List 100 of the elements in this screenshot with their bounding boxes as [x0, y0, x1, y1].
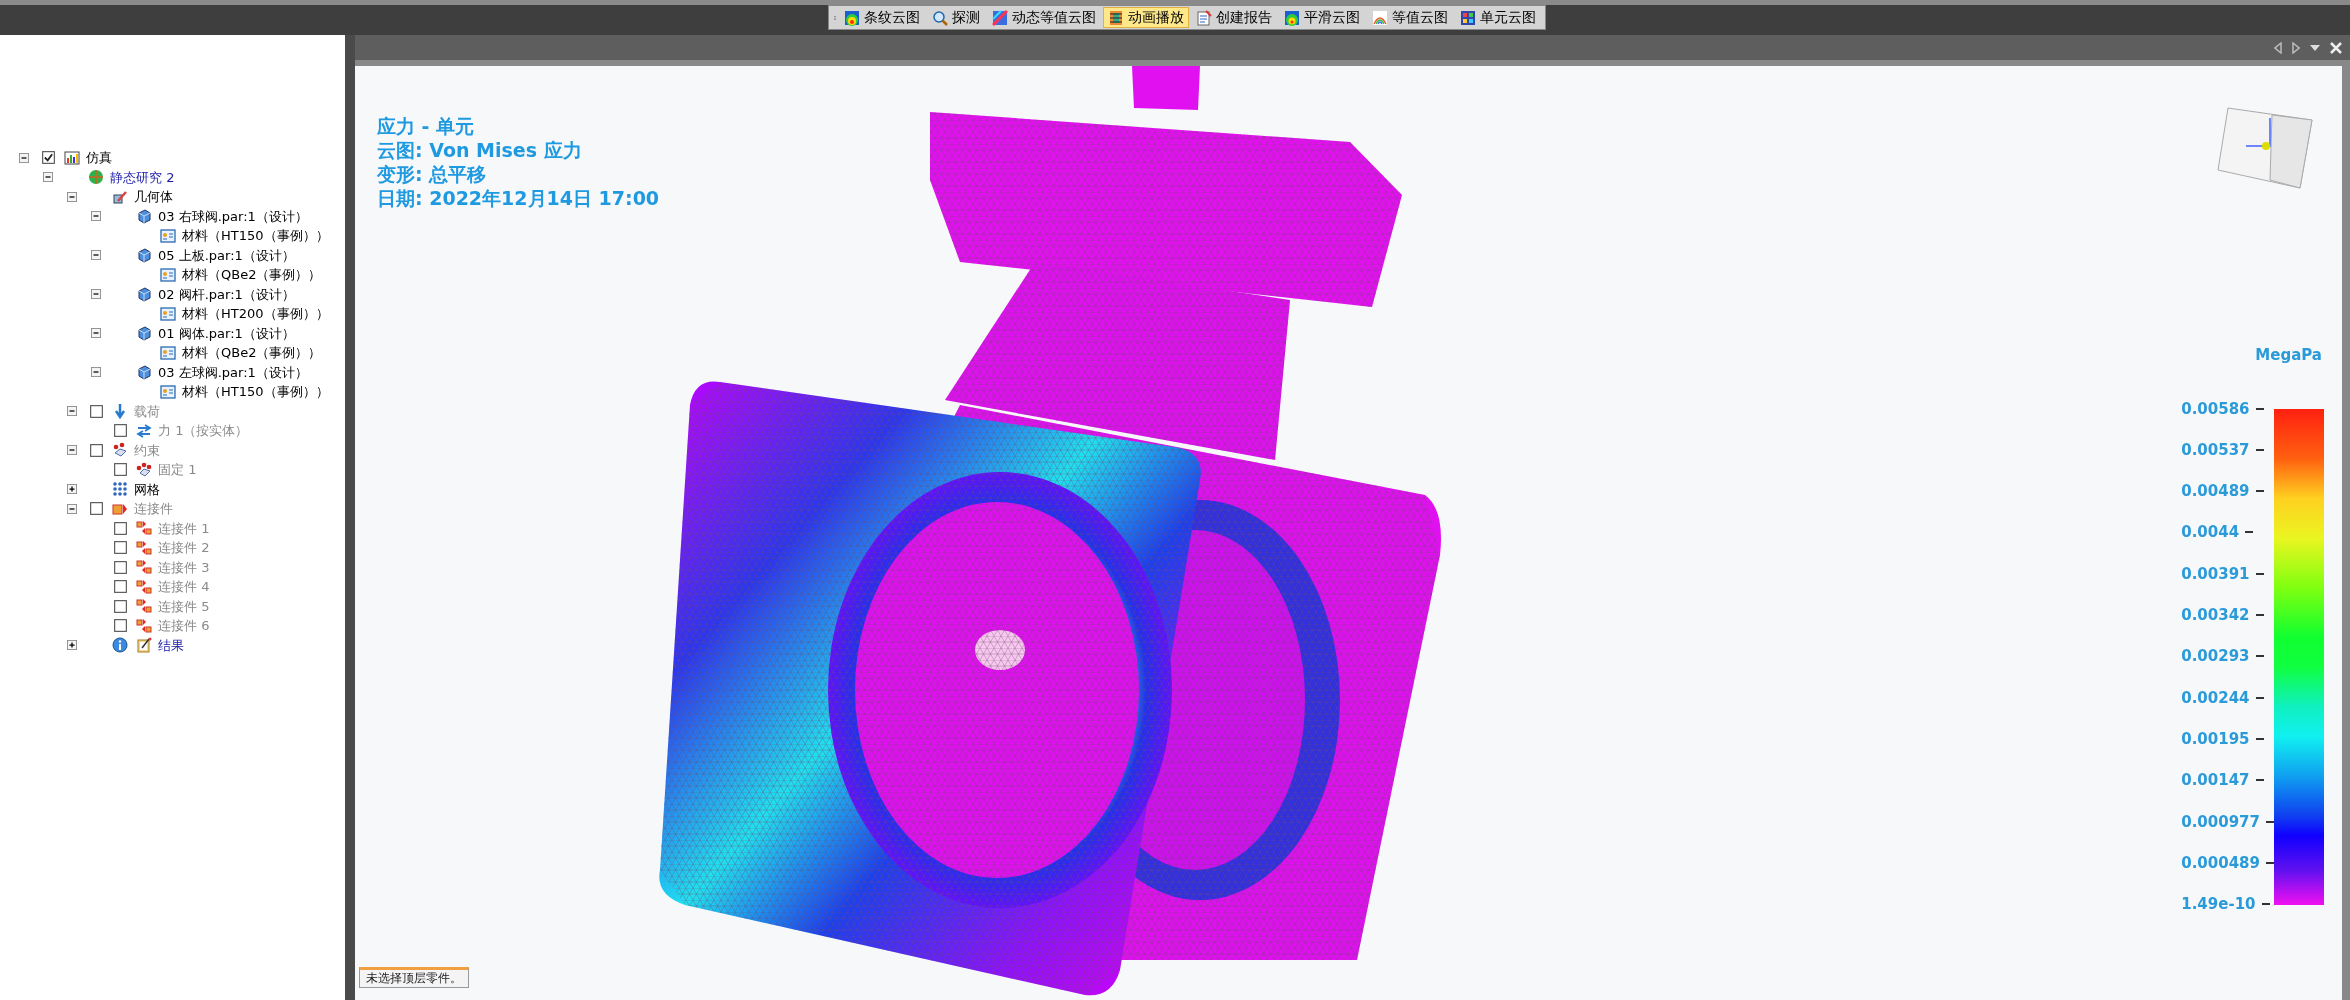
result-annotation: 云图: Von Mises 应力 — [377, 138, 583, 162]
toolbar-button[interactable]: 条纹云图 — [839, 7, 925, 28]
tick-mark — [2255, 448, 2264, 451]
legend-value: 0.000489 — [2181, 857, 2260, 870]
tree-item[interactable]: 材料（HT150（事例）） — [182, 226, 329, 246]
legend-unit: MegaPa — [2255, 345, 2322, 366]
material-card-icon — [160, 344, 176, 361]
contour-lines-icon — [1372, 9, 1388, 26]
rainbow-icon — [844, 9, 860, 26]
block-icon — [136, 208, 152, 225]
tree-item[interactable]: 05 上板.par:1（设计） — [158, 245, 295, 265]
material-card-icon — [160, 227, 176, 244]
legend-value: 0.0044 — [2181, 526, 2240, 539]
connector-icon — [136, 520, 152, 537]
close-icon[interactable] — [2330, 41, 2342, 54]
force-arrows-icon — [136, 422, 152, 439]
tree-item[interactable]: 03 右球阀.par:1（设计） — [158, 206, 308, 226]
connector-icon — [136, 539, 152, 556]
toolbar-button[interactable]: 创建报告 — [1191, 7, 1277, 28]
magnifier-icon — [932, 9, 948, 26]
pin-constraint-icon — [136, 461, 152, 478]
collapse-icon[interactable] — [91, 367, 101, 378]
tree-item[interactable]: 结果 — [158, 635, 184, 655]
tree-item[interactable]: 静态研究 2 — [110, 167, 175, 187]
legend-value: 0.00586 — [2181, 402, 2250, 415]
tick-mark — [2255, 738, 2264, 741]
checkbox[interactable] — [41, 151, 55, 165]
tree-item[interactable]: 03 左球阀.par:1（设计） — [158, 362, 308, 382]
block-icon — [136, 364, 152, 381]
pin-constraint-icon — [112, 442, 128, 459]
block-icon — [136, 325, 152, 342]
tree-item[interactable]: 几何体 — [134, 187, 173, 207]
tree-item[interactable]: 02 阀杆.par:1（设计） — [158, 284, 295, 304]
block-icon — [136, 286, 152, 303]
collapse-icon[interactable] — [67, 191, 77, 202]
tree-item[interactable]: 材料（HT200（事例）） — [182, 304, 329, 324]
toolbar-button[interactable]: 动态等值云图 — [987, 7, 1101, 28]
tree-item[interactable]: 01 阀体.par:1（设计） — [158, 323, 295, 343]
document-icon — [1196, 9, 1212, 26]
scroll-right-icon[interactable] — [2292, 41, 2300, 54]
expand-icon[interactable] — [67, 484, 77, 495]
legend-value: 0.00293 — [2181, 650, 2250, 663]
legend-value: 0.00391 — [2181, 567, 2250, 580]
toolbar-button[interactable]: 动画播放 — [1103, 7, 1189, 28]
mesh-square-icon — [1460, 9, 1476, 26]
status-message: 未选择顶层零件。 — [359, 967, 469, 988]
material-card-icon — [160, 305, 176, 322]
legend-value: 0.00489 — [2181, 485, 2250, 498]
rainbow-icon — [1284, 9, 1300, 26]
tick-mark — [2266, 862, 2274, 865]
connector-icon — [136, 559, 152, 576]
tick-mark — [2245, 531, 2254, 534]
collapse-icon[interactable] — [43, 172, 53, 183]
tick-mark — [2255, 655, 2264, 658]
tick-mark — [2255, 696, 2264, 699]
dot-grid-icon — [112, 481, 128, 498]
film-icon — [1108, 9, 1124, 26]
tick-mark — [2255, 779, 2264, 782]
dropdown-icon[interactable] — [2310, 44, 2320, 51]
tick-mark — [2266, 820, 2274, 823]
tick-mark — [2255, 572, 2264, 575]
crosshair-globe-icon — [88, 169, 104, 186]
legend-value: 0.00244 — [2181, 691, 2250, 704]
tree-item[interactable]: 仿真 — [86, 148, 112, 168]
collapse-icon[interactable] — [19, 152, 29, 163]
connector-icon — [136, 578, 152, 595]
collapse-icon[interactable] — [91, 250, 101, 261]
expand-icon[interactable] — [67, 640, 77, 651]
clipboard-icon — [136, 637, 152, 654]
material-card-icon — [160, 266, 176, 283]
result-annotation: 日期: 2022年12月14日 17:00 — [377, 186, 660, 210]
tree-item[interactable]: 材料（QBe2（事例）） — [182, 343, 322, 363]
result-annotation: 变形: 总平移 — [377, 162, 488, 186]
connector-icon — [136, 617, 152, 634]
tick-mark — [2255, 490, 2264, 493]
info-icon — [112, 637, 128, 654]
legend-value: 0.00147 — [2181, 774, 2250, 787]
tick-mark — [2261, 903, 2270, 906]
legend-value: 0.000977 — [2181, 815, 2260, 828]
collapse-icon[interactable] — [91, 289, 101, 300]
tick-mark — [2255, 407, 2264, 410]
scroll-left-icon[interactable] — [2274, 41, 2282, 54]
arrow-down-icon — [112, 403, 128, 420]
result-annotation: 应力 - 单元 — [377, 114, 476, 138]
toolbar-button[interactable]: 等值云图 — [1367, 7, 1453, 28]
connector-icon — [136, 598, 152, 615]
toolbar-button[interactable]: 单元云图 — [1455, 7, 1541, 28]
tree-item[interactable]: 网格 — [134, 479, 160, 499]
block-icon — [136, 247, 152, 264]
collapse-icon[interactable] — [91, 211, 101, 222]
toolbar-button[interactable]: 探测 — [927, 7, 985, 28]
tree-item[interactable]: 材料（QBe2（事例）） — [182, 265, 322, 285]
collapse-icon[interactable] — [91, 328, 101, 339]
material-card-icon — [160, 383, 176, 400]
toolbar-button[interactable]: 平滑云图 — [1279, 7, 1365, 28]
legend-value: 0.00537 — [2181, 443, 2250, 456]
tree-item[interactable]: 材料（HT150（事例）） — [182, 382, 329, 402]
legend-value: 1.49e-10 — [2181, 898, 2256, 911]
bar-chart-icon — [64, 149, 80, 166]
tick-mark — [2255, 614, 2264, 617]
